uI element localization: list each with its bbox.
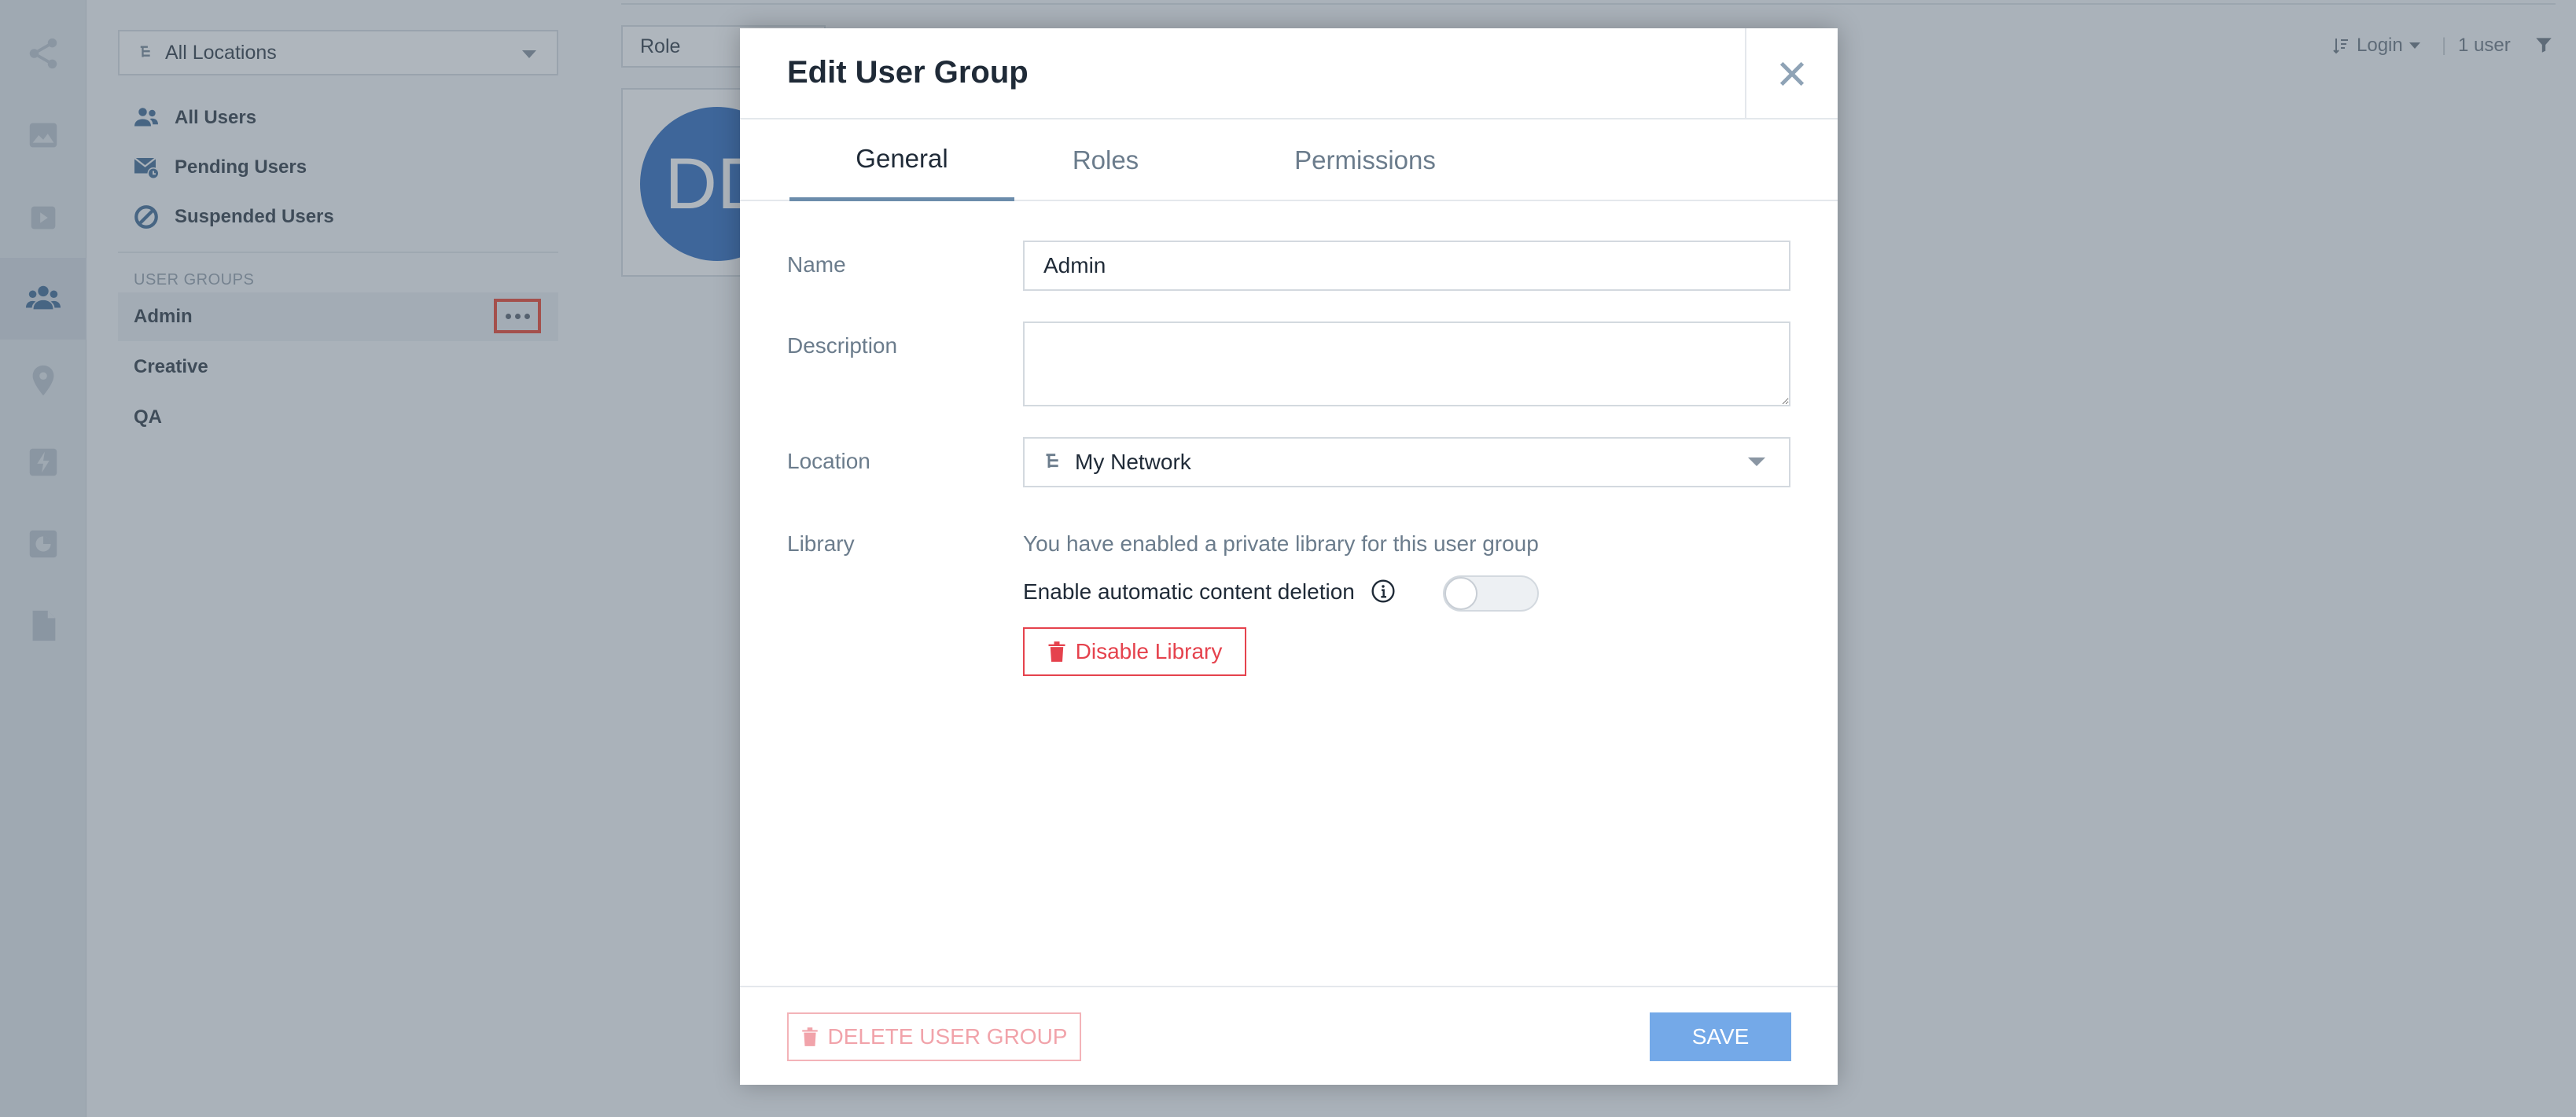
disable-library-button[interactable]: Disable Library — [1023, 627, 1246, 676]
tab-permissions[interactable]: Permissions — [1275, 119, 1455, 201]
location-select[interactable]: My Network — [1023, 437, 1790, 487]
modal-header: Edit User Group — [740, 28, 1838, 119]
library-label: Library — [787, 531, 855, 556]
hierarchy-icon — [1046, 454, 1058, 468]
name-field[interactable]: Admin — [1023, 241, 1790, 291]
location-label: Location — [787, 449, 870, 473]
auto-delete-toggle[interactable] — [1443, 575, 1539, 612]
edit-user-group-modal: Edit User Group General Roles Permission… — [740, 28, 1838, 1085]
close-icon — [1779, 61, 1805, 86]
delete-user-group-label: DELETE USER GROUP — [827, 1024, 1068, 1049]
trash-icon — [1048, 641, 1065, 662]
auto-delete-label: Enable automatic content deletion — [1023, 579, 1355, 604]
trash-icon — [801, 1027, 818, 1046]
modal-title: Edit User Group — [787, 55, 1029, 90]
toggle-knob — [1444, 577, 1478, 610]
info-icon[interactable] — [1371, 579, 1396, 604]
chevron-down-icon — [1748, 457, 1765, 466]
delete-user-group-button[interactable]: DELETE USER GROUP — [787, 1012, 1081, 1061]
disable-library-label: Disable Library — [1075, 639, 1223, 663]
description-label: Description — [787, 333, 898, 358]
tab-general[interactable]: General — [789, 119, 1014, 201]
modal-tabs: General Roles Permissions — [740, 119, 1838, 201]
name-label: Name — [787, 252, 846, 277]
description-field[interactable] — [1023, 322, 1790, 406]
save-button[interactable]: SAVE — [1650, 1012, 1791, 1061]
tab-roles[interactable]: Roles — [1043, 119, 1168, 201]
close-button[interactable] — [1745, 28, 1838, 119]
location-select-value: My Network — [1075, 450, 1191, 474]
library-note: You have enabled a private library for t… — [1023, 531, 1539, 556]
